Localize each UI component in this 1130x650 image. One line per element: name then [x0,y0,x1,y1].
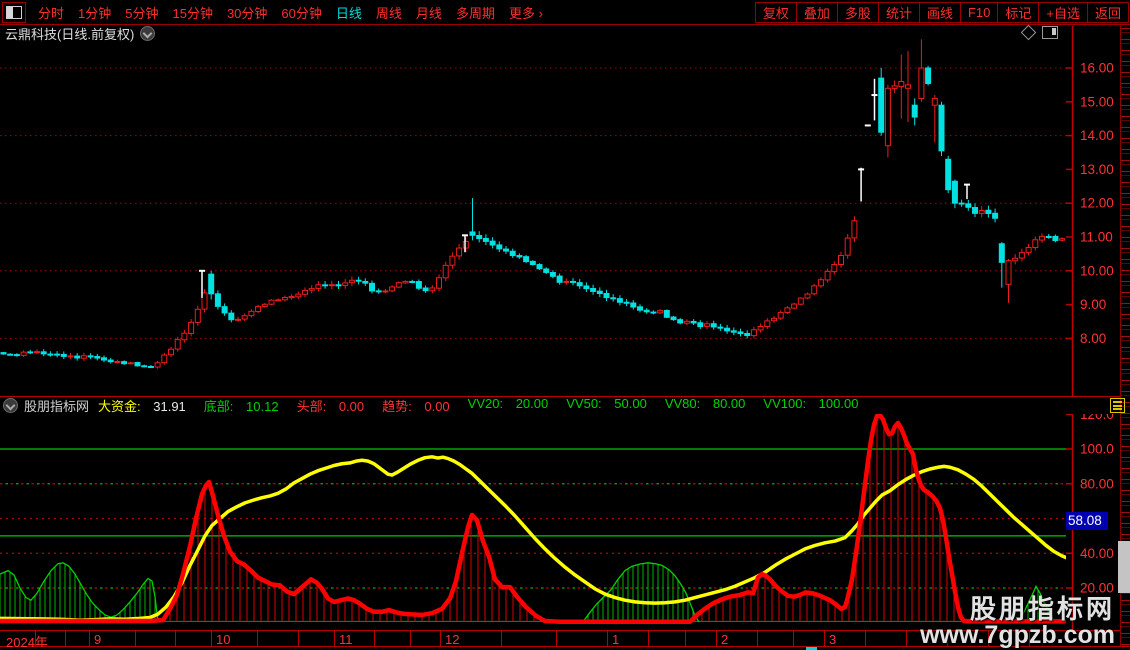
tool-button-复权[interactable]: 复权 [754,1,797,23]
indicator-item: 底部: 10.12 [203,399,279,414]
period-button-30分钟[interactable]: 30分钟 [227,3,267,22]
indicator-item: 趋势: 0.00 [382,399,450,414]
axis-tick [500,631,502,646]
tool-button-+自选[interactable]: +自选 [1038,1,1088,23]
split-view-icon [6,5,22,19]
tdx-stock-app: 分时 1分钟 5分钟 15分钟 30分钟 60分钟 日线 周线 月线 多周期 更多 › 复权 叠加 多股… [0,0,1130,650]
axis-tick [374,631,376,646]
month-label-10: 10 [216,632,231,647]
svg-text:9.00: 9.00 [1080,297,1106,312]
indicator-source-label: 股朋指标网 [24,399,90,414]
svg-text:80.00: 80.00 [1080,476,1114,491]
candlestick-chart[interactable]: 16.00 15.00 14.00 13.00 12.00 11.00 10.00 9.00 8… [0,26,1130,396]
axis-tick [684,631,686,646]
svg-text:8.00: 8.00 [1080,331,1106,346]
axis-tick [64,631,66,646]
axis-tick [334,631,335,646]
svg-text:12.00: 12.00 [1080,196,1114,211]
indicator-item: VV50: 50.00 [566,396,647,411]
axis-tick [556,631,558,646]
svg-text:40.00: 40.00 [1080,546,1114,561]
tool-button-叠加[interactable]: 叠加 [795,1,838,23]
svg-text:14.00: 14.00 [1080,128,1114,143]
axis-tick [648,631,650,646]
period-button-60分钟[interactable]: 60分钟 [281,3,321,22]
axis-tick [906,631,907,646]
axis-tick [211,631,212,646]
indicator-item: VV20: 20.00 [467,396,549,411]
tool-buttons: 复权 叠加 多股 统计 画线 F10 标记 +自选 返回 [754,1,1129,23]
svg-text:13.00: 13.00 [1080,162,1114,177]
axis-tick [440,631,441,646]
period-button-15分钟[interactable]: 15分钟 [172,3,212,22]
svg-text:11.00: 11.00 [1080,230,1113,245]
month-label-2: 2 [721,632,729,647]
axis-tick [257,631,258,646]
tool-button-F10[interactable]: F10 [959,1,999,23]
watermark: 股朋指标网 www.7gpzb.com [920,596,1115,648]
axis-tick [409,631,411,646]
tool-button-返回[interactable]: 返回 [1086,1,1129,23]
indicator-values: 大资金: 31.91 底部: 10.12 头部: 0.00 趋势: 0.00 VV20:… [98,396,876,415]
tool-button-统计[interactable]: 统计 [877,1,920,23]
period-button-周线[interactable]: 周线 [376,3,402,22]
axis-tick [757,631,758,646]
right-toolbar-fragment [1118,541,1130,593]
watermark-name: 股朋指标网 [969,594,1115,624]
tool-button-多股[interactable]: 多股 [836,1,879,23]
tool-button-标记[interactable]: 标记 [997,1,1040,23]
period-button-5分钟[interactable]: 5分钟 [125,3,158,22]
axis-tick [824,631,825,646]
watermark-url: www.7gpzb.com [920,621,1115,649]
indicator-item: 大资金: 31.91 [98,399,186,414]
axis-tick [175,631,177,646]
period-button-日线[interactable]: 日线 [336,3,362,22]
layout-toggle-button[interactable] [2,1,26,23]
indicator-item: VV100: 100.00 [763,396,859,411]
month-label-11: 11 [339,632,353,647]
month-label-9: 9 [94,632,102,647]
axis-tick [865,631,866,646]
period-buttons: 分时 1分钟 5分钟 15分钟 30分钟 60分钟 日线 周线 月线 多周期 更多 › [38,3,543,22]
axis-tick [134,631,136,646]
axis-tick [35,631,37,646]
indicator-item: VV80: 80.00 [664,396,746,411]
period-button-更多 ›[interactable]: 更多 › [509,3,543,22]
axis-tick [89,631,90,646]
svg-text:120.0: 120.0 [1080,414,1114,422]
svg-text:15.00: 15.00 [1080,94,1114,109]
period-button-分时[interactable]: 分时 [38,3,64,22]
period-button-1分钟[interactable]: 1分钟 [78,3,111,22]
svg-text:100.0: 100.0 [1080,442,1114,457]
month-label-12: 12 [445,632,460,647]
month-label-3: 3 [829,632,837,647]
period-toolbar: 分时 1分钟 5分钟 15分钟 30分钟 60分钟 日线 周线 月线 多周期 更多 › 复权 叠加 多股… [0,0,1130,25]
period-button-多周期[interactable]: 多周期 [456,3,495,22]
indicator-item: 头部: 0.00 [296,399,365,414]
axis-tick [716,631,717,646]
month-label-1: 1 [612,632,620,647]
axis-value-marker: 58.08 [1066,512,1108,530]
svg-text:16.00: 16.00 [1080,61,1114,76]
axis-tick [298,631,299,646]
indicator-collapse-icon[interactable] [3,398,18,413]
period-button-月线[interactable]: 月线 [416,3,442,22]
indicator-header: 股朋指标网 大资金: 31.91 底部: 10.12 头部: 0.00 趋势: 0.0… [0,396,885,415]
indicator-settings-icon[interactable] [1110,398,1125,413]
axis-tick [607,631,608,646]
svg-text:10.00: 10.00 [1080,263,1114,278]
tool-button-画线[interactable]: 画线 [918,1,961,23]
axis-tick [793,631,794,646]
